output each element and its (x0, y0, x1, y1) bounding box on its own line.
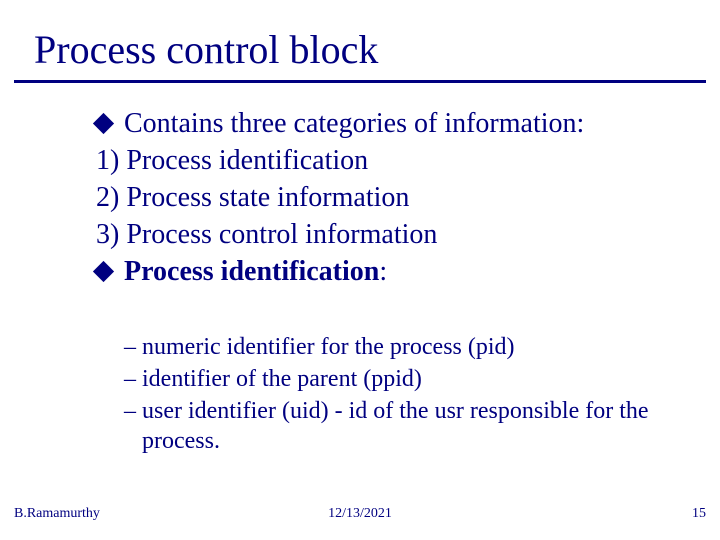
sub-item-3: – user identifier (uid) - id of the usr … (124, 396, 684, 456)
title-underline (14, 80, 706, 83)
bullet-2-bold: Process identification (124, 256, 379, 287)
dash-icon: – (124, 396, 136, 426)
sub-item-1: – numeric identifier for the process (pi… (124, 332, 684, 362)
dash-icon: – (124, 364, 136, 394)
dash-icon: – (124, 332, 136, 362)
body-content: Contains three categories of information… (96, 106, 676, 291)
line-3: 3) Process control information (96, 217, 676, 252)
line-1: 1) Process identification (96, 143, 676, 178)
sub-2-text: identifier of the parent (ppid) (142, 366, 422, 392)
line-2: 2) Process state information (96, 180, 676, 215)
sub-bullets: – numeric identifier for the process (pi… (124, 332, 684, 458)
diamond-bullet-icon (93, 113, 114, 134)
slide: Process control block Contains three cat… (0, 0, 720, 540)
slide-title: Process control block (34, 26, 378, 73)
bullet-1-text: Contains three categories of information… (124, 108, 584, 139)
sub-3-text: user identifier (uid) - id of the usr re… (142, 398, 649, 454)
bullet-2-rest: : (379, 256, 387, 287)
bullet-item-2: Process identification: (96, 254, 676, 289)
bullet-item-1: Contains three categories of information… (96, 106, 676, 141)
footer-page-number: 15 (692, 506, 706, 522)
diamond-bullet-icon (93, 261, 114, 282)
sub-item-2: – identifier of the parent (ppid) (124, 364, 684, 394)
sub-1-text: numeric identifier for the process (pid) (142, 334, 515, 360)
footer-date: 12/13/2021 (0, 506, 720, 522)
